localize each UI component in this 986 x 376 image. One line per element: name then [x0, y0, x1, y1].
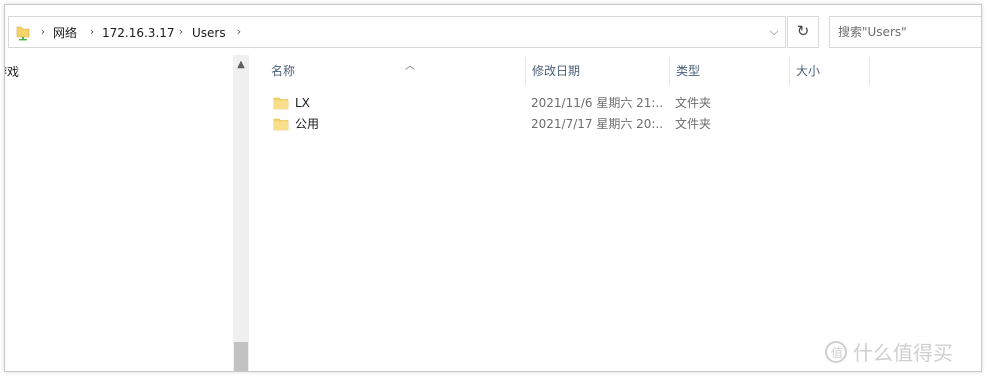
address-bar[interactable]: › 网络 › 172.16.3.17 › Users › ⌵	[8, 16, 786, 48]
file-type: 文件夹	[675, 117, 712, 131]
column-header-name[interactable]: 名称 ︿	[265, 57, 523, 85]
column-header-date-label: 修改日期	[532, 64, 581, 78]
explorer-window: › 网络 › 172.16.3.17 › Users › ⌵ ↻ 搜索"User…	[4, 4, 982, 372]
address-history-dropdown[interactable]: ⌵	[763, 20, 785, 44]
breadcrumb-separator[interactable]: ›	[234, 24, 244, 40]
search-input[interactable]: 搜索"Users"	[829, 16, 981, 48]
file-name: LX	[295, 96, 310, 110]
file-type: 文件夹	[675, 96, 712, 110]
folder-icon	[273, 95, 289, 114]
navigation-pane: 游戏 ▲	[5, 55, 249, 371]
watermark-logo-icon: 值	[823, 339, 849, 368]
network-folder-icon	[16, 25, 30, 44]
sort-ascending-icon: ︿	[405, 61, 415, 72]
refresh-icon: ↻	[796, 22, 810, 40]
refresh-button[interactable]: ↻	[787, 16, 819, 48]
column-divider[interactable]	[869, 57, 870, 85]
svg-text:值: 值	[831, 345, 843, 360]
nav-item-games[interactable]: 游戏	[5, 63, 20, 80]
search-placeholder: 搜索"Users"	[838, 25, 907, 39]
file-date: 2021/7/17 星期六 20:...	[531, 117, 663, 131]
column-header-size-label: 大小	[796, 64, 821, 78]
breadcrumb-separator[interactable]: ›	[38, 24, 48, 40]
column-header-type-label: 类型	[676, 64, 701, 78]
column-header-size[interactable]: 大小	[790, 57, 868, 85]
folder-icon	[273, 116, 289, 135]
file-date: 2021/11/6 星期六 21:...	[531, 96, 663, 110]
file-row[interactable]: 公用 2021/7/17 星期六 20:... 文件夹	[267, 114, 967, 134]
column-header-date[interactable]: 修改日期	[526, 57, 669, 85]
breadcrumb-separator[interactable]: ›	[176, 24, 186, 40]
nav-scrollbar[interactable]: ▲	[233, 55, 249, 371]
file-row[interactable]: LX 2021/11/6 星期六 21:... 文件夹	[267, 93, 967, 113]
nav-item-label: 游戏	[5, 65, 20, 79]
breadcrumb-network[interactable]: 网络	[53, 25, 77, 41]
scroll-up-arrow-icon[interactable]: ▲	[233, 57, 249, 73]
scroll-thumb[interactable]	[234, 342, 248, 371]
breadcrumb-separator[interactable]: ›	[87, 24, 97, 40]
watermark-text: 什么值得买	[853, 341, 953, 365]
column-header-name-label: 名称	[271, 64, 296, 78]
breadcrumb-users[interactable]: Users	[192, 25, 226, 41]
column-header-type[interactable]: 类型	[670, 57, 789, 85]
breadcrumb-host[interactable]: 172.16.3.17	[102, 25, 175, 41]
file-name: 公用	[295, 117, 320, 131]
file-list: 名称 ︿ 修改日期 类型 大小 LX 2021/11/6 星期六 21:... …	[249, 55, 981, 371]
